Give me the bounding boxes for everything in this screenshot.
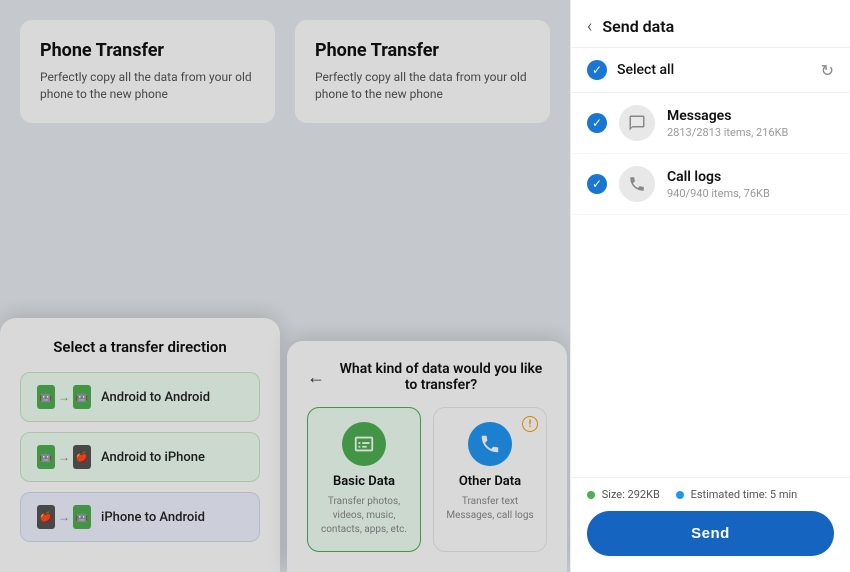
arrow-1: → xyxy=(58,390,70,404)
transfer-label-2: Android to iPhone xyxy=(101,450,205,465)
warning-icon: ! xyxy=(522,416,538,432)
time-dot xyxy=(676,491,684,499)
call-logs-name: Call logs xyxy=(667,169,770,185)
bg-card-2-title: Phone Transfer xyxy=(315,40,530,61)
size-label: Size: 292KB xyxy=(602,488,660,501)
dialog-data-title: What kind of data would you like to tran… xyxy=(335,361,547,393)
right-back-arrow[interactable]: ‹ xyxy=(587,16,592,37)
transfer-option-android-iphone[interactable]: 🤖 → 🍎 Android to iPhone xyxy=(20,432,260,482)
basic-data-icon xyxy=(342,422,386,466)
transfer-icons-3: 🍎 → 🤖 xyxy=(37,505,91,529)
send-button[interactable]: Send xyxy=(587,511,834,556)
refresh-icon[interactable]: ↻ xyxy=(821,61,834,80)
basic-data-label: Basic Data xyxy=(318,474,410,489)
list-item-call-logs[interactable]: ✓ Call logs 940/940 items, 76KB xyxy=(571,154,850,215)
right-panel: ‹ Send data ✓ Select all ↻ ✓ Messages 28… xyxy=(570,0,850,572)
time-info: Estimated time: 5 min xyxy=(676,488,797,501)
phone-to-android: 🤖 xyxy=(73,385,91,409)
select-all-label: Select all xyxy=(617,62,821,78)
call-logs-detail: 940/940 items, 76KB xyxy=(667,187,770,200)
data-options: Basic Data Transfer photos, videos, musi… xyxy=(307,407,547,552)
other-data-icon xyxy=(468,422,512,466)
select-all-row[interactable]: ✓ Select all ↻ xyxy=(571,48,850,93)
arrow-3: → xyxy=(58,510,70,524)
select-all-checkbox[interactable]: ✓ xyxy=(587,60,607,80)
footer-info: Size: 292KB Estimated time: 5 min xyxy=(587,488,834,501)
messages-info: Messages 2813/2813 items, 216KB xyxy=(667,108,788,139)
back-button[interactable]: ← xyxy=(307,367,325,388)
phone-to-android-2: 🤖 xyxy=(73,505,91,529)
list-item-messages[interactable]: ✓ Messages 2813/2813 items, 216KB xyxy=(571,93,850,154)
messages-name: Messages xyxy=(667,108,788,124)
transfer-label-1: Android to Android xyxy=(101,390,210,405)
bg-card-2-desc: Perfectly copy all the data from your ol… xyxy=(315,69,530,103)
other-data-desc: Transfer text Messages, call logs xyxy=(444,495,536,523)
transfer-icons-2: 🤖 → 🍎 xyxy=(37,445,91,469)
right-header-title: Send data xyxy=(602,17,674,36)
basic-data-desc: Transfer photos, videos, music, contacts… xyxy=(318,495,410,537)
messages-checkbox[interactable]: ✓ xyxy=(587,113,607,133)
arrow-2: → xyxy=(58,450,70,464)
right-header: ‹ Send data xyxy=(571,0,850,48)
size-dot xyxy=(587,491,595,499)
other-data-label: Other Data xyxy=(444,474,536,489)
data-option-basic[interactable]: Basic Data Transfer photos, videos, musi… xyxy=(307,407,421,552)
size-info: Size: 292KB xyxy=(587,488,660,501)
call-logs-checkbox[interactable]: ✓ xyxy=(587,174,607,194)
time-label: Estimated time: 5 min xyxy=(691,488,798,501)
bg-card-1: Phone Transfer Perfectly copy all the da… xyxy=(20,20,275,123)
phone-from-android-2: 🤖 xyxy=(37,445,55,469)
dialog-data-header: ← What kind of data would you like to tr… xyxy=(307,361,547,393)
transfer-option-iphone-android[interactable]: 🍎 → 🤖 iPhone to Android xyxy=(20,492,260,542)
messages-icon-wrap xyxy=(619,105,655,141)
call-logs-info: Call logs 940/940 items, 76KB xyxy=(667,169,770,200)
phone-from-apple: 🍎 xyxy=(37,505,55,529)
dialog-transfer-title: Select a transfer direction xyxy=(20,338,260,356)
bg-card-2: Phone Transfer Perfectly copy all the da… xyxy=(295,20,550,123)
dialog-transfer: Select a transfer direction 🤖 → 🤖 Androi… xyxy=(0,318,280,572)
bg-card-1-title: Phone Transfer xyxy=(40,40,255,61)
transfer-label-3: iPhone to Android xyxy=(101,510,205,525)
bg-card-1-desc: Perfectly copy all the data from your ol… xyxy=(40,69,255,103)
data-option-other[interactable]: ! Other Data Transfer text Messages, cal… xyxy=(433,407,547,552)
data-list: ✓ Messages 2813/2813 items, 216KB ✓ Call… xyxy=(571,93,850,477)
transfer-icons-1: 🤖 → 🤖 xyxy=(37,385,91,409)
phone-to-apple: 🍎 xyxy=(73,445,91,469)
left-panel: Phone Transfer Perfectly copy all the da… xyxy=(0,0,570,572)
phone-from-android: 🤖 xyxy=(37,385,55,409)
dialog-data: ← What kind of data would you like to tr… xyxy=(287,341,567,572)
call-logs-icon-wrap xyxy=(619,166,655,202)
transfer-option-android-android[interactable]: 🤖 → 🤖 Android to Android xyxy=(20,372,260,422)
right-footer: Size: 292KB Estimated time: 5 min Send xyxy=(571,477,850,572)
messages-detail: 2813/2813 items, 216KB xyxy=(667,126,788,139)
